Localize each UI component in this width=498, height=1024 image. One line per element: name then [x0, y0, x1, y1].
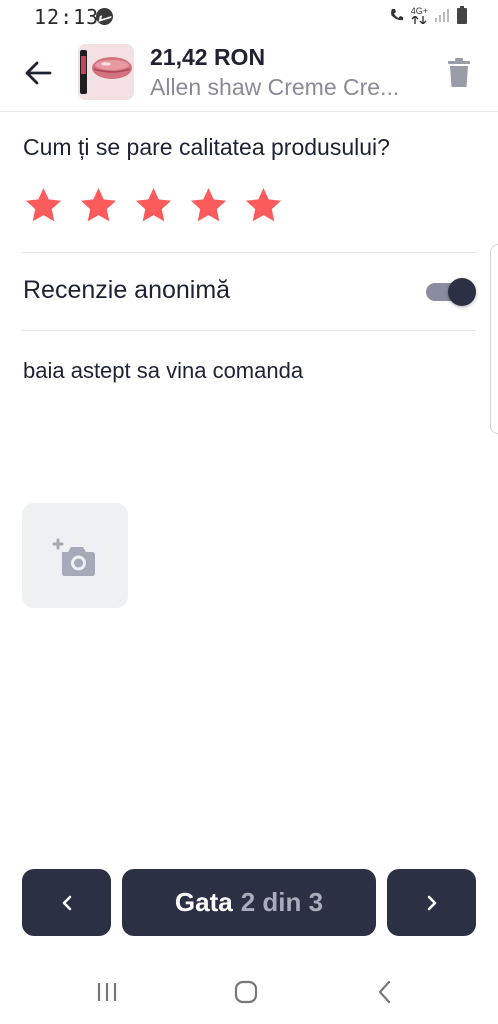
- network-indicator: 4G+: [410, 5, 428, 24]
- done-button[interactable]: Gata 2 din 3: [122, 869, 376, 936]
- arrow-left-icon: [25, 61, 52, 85]
- trash-icon: [448, 58, 470, 87]
- chevron-left-icon: [62, 895, 71, 910]
- star-icon-3[interactable]: [134, 186, 173, 225]
- review-text-input[interactable]: baia astept sa vina comanda: [23, 358, 477, 384]
- wifi-call-icon: [390, 9, 403, 21]
- add-photo-icon: [52, 538, 95, 576]
- star-icon-5[interactable]: [244, 186, 283, 225]
- home-icon[interactable]: [234, 980, 258, 1004]
- star-icon-2[interactable]: [79, 186, 118, 225]
- anonymous-review-toggle[interactable]: [424, 277, 476, 307]
- divider: [22, 252, 476, 253]
- add-photo-button[interactable]: [22, 503, 128, 608]
- divider: [22, 330, 476, 331]
- product-name: Allen shaw Creme Cre...: [150, 74, 400, 100]
- next-button[interactable]: [387, 869, 476, 936]
- review-screen: 12:13 4G+ 21,42 RON Allen shaw Creme Cre…: [0, 0, 498, 1024]
- status-bar: 12:13 4G+: [0, 0, 498, 34]
- star-icon-1[interactable]: [24, 186, 63, 225]
- back-button[interactable]: [22, 56, 56, 90]
- done-label: Gata: [174, 887, 233, 917]
- product-thumbnail[interactable]: [78, 44, 134, 100]
- system-back-icon[interactable]: [376, 980, 394, 1004]
- chevron-right-icon: [427, 895, 436, 910]
- signal-icon: [435, 9, 449, 22]
- star-rating[interactable]: [24, 186, 283, 225]
- messenger-icon: [96, 8, 113, 25]
- rating-question: Cum ți se pare calitatea produsului?: [23, 134, 390, 160]
- data-arrows-icon: [411, 15, 427, 24]
- scroll-indicator: [490, 244, 498, 434]
- status-icons: 4G+: [389, 6, 468, 24]
- battery-icon: [457, 6, 467, 24]
- recent-apps-icon[interactable]: [96, 980, 118, 1004]
- network-label: 4G+: [410, 5, 428, 16]
- product-price: 21,42 RON: [150, 44, 266, 70]
- toggle-thumb: [448, 278, 476, 306]
- previous-button[interactable]: [22, 869, 111, 936]
- lipstick-product-image: [78, 44, 134, 100]
- anonymous-review-label: Recenzie anonimă: [23, 276, 231, 304]
- system-nav-bar: [0, 972, 498, 1012]
- delete-button[interactable]: [446, 58, 472, 88]
- pager-label: 2 din 3: [240, 887, 324, 917]
- star-icon-4[interactable]: [189, 186, 228, 225]
- product-header: 21,42 RON Allen shaw Creme Cre...: [0, 34, 498, 112]
- status-time: 12:13: [34, 5, 100, 29]
